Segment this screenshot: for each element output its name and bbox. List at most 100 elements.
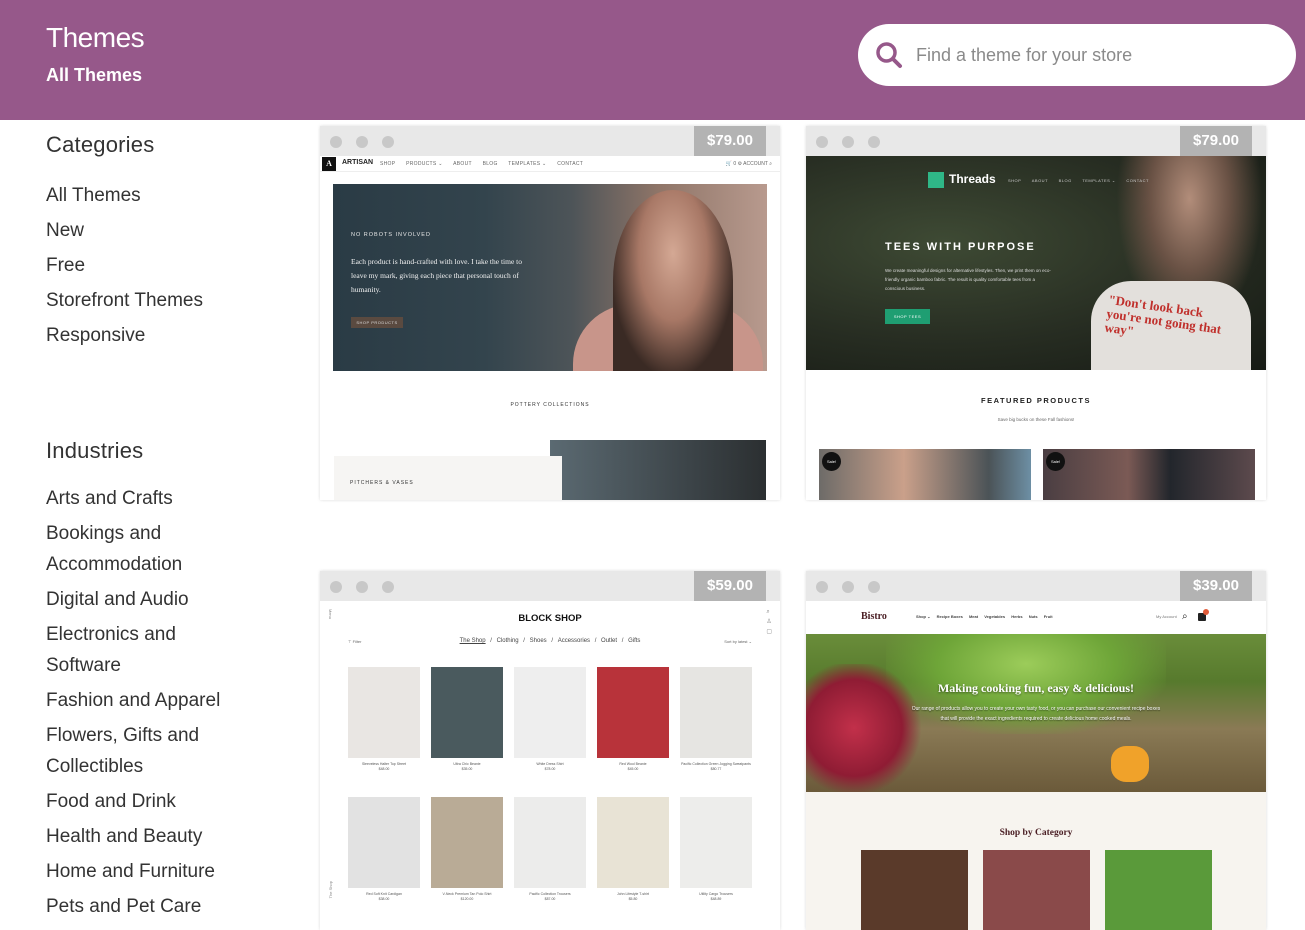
- window-dot-icon: [868, 136, 880, 148]
- preview-logo: BLOCK SHOP: [518, 613, 582, 624]
- industry-electronics-and-software[interactable]: Electronics and Software: [46, 619, 246, 681]
- theme-preview[interactable]: A ARTISAN SHOP PRODUCTS ⌄ ABOUT BLOG TEM…: [320, 156, 780, 500]
- search-icon: ⌕: [1182, 611, 1188, 622]
- sale-badge: Sale!: [1046, 452, 1065, 471]
- industry-flowers-gifts-and-collectibles[interactable]: Flowers, Gifts and Collectibles: [46, 720, 246, 782]
- preview-hero: Making cooking fun, easy & delicious! Ou…: [806, 634, 1266, 792]
- preview-nav-right: 🛒 0 ⚙ ACCOUNT ⌕: [725, 161, 772, 167]
- preview-logo-mark: A: [322, 157, 336, 171]
- category-all-themes[interactable]: All Themes: [46, 178, 203, 213]
- search-box[interactable]: [858, 24, 1296, 86]
- preview-side-label: The Shop: [328, 881, 333, 899]
- preview-hero: NO ROBOTS INVOLVED Each product is hand-…: [333, 184, 767, 371]
- window-dot-icon: [868, 581, 880, 593]
- window-dot-icon: [330, 136, 342, 148]
- preview-sort: Sort by latest ⌄: [724, 639, 752, 644]
- preview-nav-link: Recipe Boxes: [936, 614, 963, 619]
- theme-card-artisan[interactable]: $79.00 A ARTISAN SHOP PRODUCTS ⌄ ABOUT B…: [320, 126, 780, 500]
- theme-card-threads[interactable]: $79.00 "Don't look back you're not going…: [806, 126, 1266, 500]
- preview-category-image: [1105, 850, 1212, 930]
- industry-bookings-and-accommodation[interactable]: Bookings and Accommodation: [46, 518, 246, 580]
- preview-product-price: $120.00: [460, 897, 474, 901]
- preview-nav-link: The Shop: [459, 638, 486, 644]
- industry-fashion-and-apparel[interactable]: Fashion and Apparel: [46, 685, 246, 716]
- preview-product-item: Utility Cargo Trousers $48.89: [680, 797, 752, 902]
- window-dot-icon: [816, 581, 828, 593]
- preview-nav-link: CONTACT: [557, 161, 584, 167]
- preview-nav-link: SHOP: [1008, 178, 1022, 183]
- industry-health-and-beauty[interactable]: Health and Beauty: [46, 821, 246, 852]
- preview-product-image: Sale!: [819, 449, 1031, 500]
- preview-nav: Bistro Shop ⌄ Recipe Boxes Meat Vegetabl…: [806, 601, 1266, 634]
- categories-list: All Themes New Free Storefront Themes Re…: [46, 178, 203, 353]
- price-badge: $79.00: [694, 126, 766, 156]
- browser-bar: $39.00: [806, 571, 1266, 601]
- preview-product-item: Ultra Chic Beanie $35.00: [431, 667, 503, 772]
- preview-nav-link: BLOG: [1058, 178, 1072, 183]
- browser-bar: $59.00: [320, 571, 780, 601]
- window-dot-icon: [842, 581, 854, 593]
- preview-nav-link: Shoes: [529, 638, 547, 644]
- preview-product-image: [431, 667, 503, 758]
- industry-arts-and-crafts[interactable]: Arts and Crafts: [46, 483, 246, 514]
- bag-icon: ▢: [766, 629, 772, 635]
- theme-preview[interactable]: Menu ⌕ ♙ ▢ BLOCK SHOP ⊤ Filter The Shop …: [320, 601, 780, 930]
- preview-hero: "Don't look back you're not going that w…: [806, 156, 1266, 370]
- preview-category-image: [983, 850, 1090, 930]
- search-icon[interactable]: [874, 40, 904, 70]
- page-title[interactable]: Themes: [46, 22, 145, 54]
- window-dot-icon: [382, 136, 394, 148]
- categories-heading: Categories: [46, 132, 155, 157]
- preview-button: SHOP TEES: [885, 309, 930, 324]
- preview-nav-link: Gifts: [628, 638, 641, 644]
- industry-food-and-drink[interactable]: Food and Drink: [46, 786, 246, 817]
- preview-nav-link: Shop ⌄: [916, 614, 931, 619]
- theme-card-bistro[interactable]: $39.00 Bistro Shop ⌄ Recipe Boxes Meat V…: [806, 571, 1266, 930]
- industries-heading: Industries: [46, 438, 144, 463]
- industry-digital-and-audio[interactable]: Digital and Audio: [46, 584, 246, 615]
- search-input[interactable]: [916, 38, 1276, 72]
- theme-preview[interactable]: "Don't look back you're not going that w…: [806, 156, 1266, 500]
- preview-logo: Threads: [949, 172, 996, 186]
- category-new[interactable]: New: [46, 213, 203, 248]
- preview-nav-link: Fruit: [1043, 614, 1053, 619]
- price-badge: $79.00: [1180, 126, 1252, 156]
- preview-product-price: $80.77: [710, 767, 722, 771]
- preview-nav-link: Accessories: [557, 638, 591, 644]
- page-header: Themes All Themes: [0, 0, 1305, 120]
- preview-category-image: [861, 850, 968, 930]
- category-responsive[interactable]: Responsive: [46, 318, 203, 353]
- preview-nav-link: Meat: [968, 614, 979, 619]
- preview-product-image: [597, 797, 669, 888]
- preview-product-image: [597, 667, 669, 758]
- window-dot-icon: [382, 581, 394, 593]
- preview-nav-link: Clothing: [496, 638, 519, 644]
- category-storefront-themes[interactable]: Storefront Themes: [46, 283, 203, 318]
- theme-preview[interactable]: Bistro Shop ⌄ Recipe Boxes Meat Vegetabl…: [806, 601, 1266, 930]
- window-dot-icon: [356, 136, 368, 148]
- preview-nav-link: ABOUT: [453, 161, 472, 167]
- preview-logo: ARTISAN: [342, 159, 374, 166]
- preview-product-item: Sleeveless Halter Top Street $48.00: [348, 667, 420, 772]
- industry-pets-and-pet-care[interactable]: Pets and Pet Care: [46, 891, 246, 922]
- preview-account-link: My Account: [1156, 614, 1177, 619]
- price-badge: $39.00: [1180, 571, 1252, 601]
- preview-nav-link: TEMPLATES ⌄: [1082, 178, 1116, 183]
- preview-nav-link: Outlet: [601, 638, 618, 644]
- category-free[interactable]: Free: [46, 248, 203, 283]
- preview-product-price: $38.00: [378, 897, 390, 901]
- window-dot-icon: [842, 136, 854, 148]
- preview-product-image: [348, 797, 420, 888]
- industry-home-and-furniture[interactable]: Home and Furniture: [46, 856, 246, 887]
- window-dot-icon: [356, 581, 368, 593]
- preview-product-price: $45.00: [627, 767, 639, 771]
- preview-copy: Each product is hand-crafted with love. …: [351, 257, 522, 294]
- preview-nav-link: SHOP: [380, 161, 396, 167]
- industries-list: Arts and Crafts Bookings and Accommodati…: [46, 483, 246, 926]
- preview-nav-link: Vegetables: [984, 614, 1006, 619]
- window-dot-icon: [816, 136, 828, 148]
- preview-nav-link: ABOUT: [1031, 178, 1049, 183]
- theme-card-block-shop[interactable]: $59.00 Menu ⌕ ♙ ▢ BLOCK SHOP ⊤ Filter Th…: [320, 571, 780, 930]
- price-badge: $59.00: [694, 571, 766, 601]
- preview-section-title: FEATURED PRODUCTS: [981, 396, 1091, 405]
